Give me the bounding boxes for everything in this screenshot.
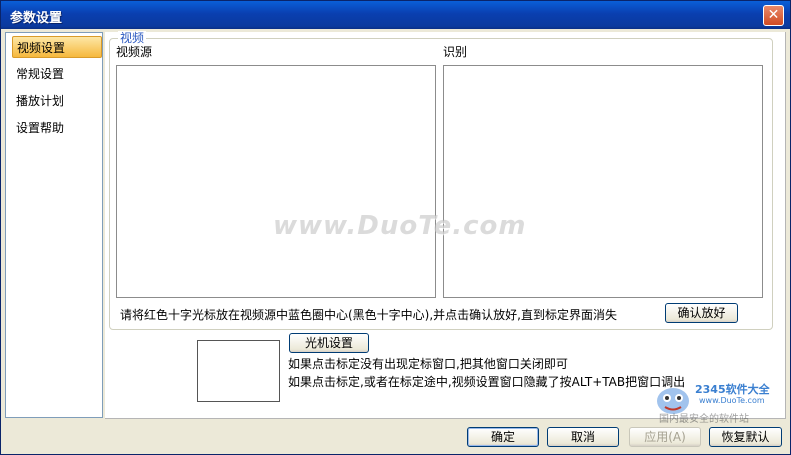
sidebar-item-play-schedule[interactable]: 播放计划	[12, 90, 102, 112]
confirm-placement-button[interactable]: 确认放好	[665, 303, 738, 323]
sidebar-item-label: 视频设置	[17, 41, 66, 55]
close-button[interactable]: ✕	[763, 5, 784, 26]
camera-preview-box	[197, 340, 280, 402]
calibration-hint-1: 如果点击标定没有出现定标窗口,把其他窗口关闭即可	[288, 357, 568, 371]
sidebar-item-video-settings[interactable]: 视频设置	[12, 36, 102, 58]
sidebar-item-label: 播放计划	[16, 94, 65, 108]
ok-button[interactable]: 确定	[467, 427, 539, 447]
sidebar-item-label: 设置帮助	[16, 121, 65, 135]
close-icon: ✕	[767, 7, 780, 23]
sidebar-item-general-settings[interactable]: 常规设置	[12, 63, 102, 85]
camera-settings-button[interactable]: 光机设置	[289, 333, 369, 353]
settings-sidebar: 视频设置 常规设置 播放计划 设置帮助	[5, 32, 103, 418]
apply-button[interactable]: 应用(A)	[629, 427, 701, 447]
settings-dialog: 参数设置 ✕ 视频设置 常规设置 播放计划 设置帮助 视频 视频源 识别 请将红…	[0, 0, 791, 455]
calibration-hint-2: 如果点击标定,或者在标定途中,视频设置窗口隐藏了按ALT+TAB把窗口调出	[288, 375, 686, 389]
cancel-button[interactable]: 取消	[547, 427, 619, 447]
sidebar-item-label: 常规设置	[16, 67, 65, 81]
sidebar-item-settings-help[interactable]: 设置帮助	[12, 117, 102, 139]
title-bar[interactable]: 参数设置 ✕	[1, 1, 790, 29]
window-title: 参数设置	[10, 11, 63, 26]
video-group: 视频 视频源 识别 请将红色十字光标放在视频源中蓝色圈中心(黑色十字中心),并点…	[109, 31, 773, 330]
video-source-label: 视频源	[116, 45, 153, 59]
video-source-view[interactable]	[116, 65, 436, 298]
calibration-instruction: 请将红色十字光标放在视频源中蓝色圈中心(黑色十字中心),并点击确认放好,直到标定…	[120, 308, 617, 322]
recognition-label: 识别	[443, 45, 468, 59]
recognition-view[interactable]	[443, 65, 763, 298]
main-panel: 视频 视频源 识别 请将红色十字光标放在视频源中蓝色圈中心(黑色十字中心),并点…	[105, 31, 786, 419]
restore-defaults-button[interactable]: 恢复默认	[709, 427, 782, 447]
